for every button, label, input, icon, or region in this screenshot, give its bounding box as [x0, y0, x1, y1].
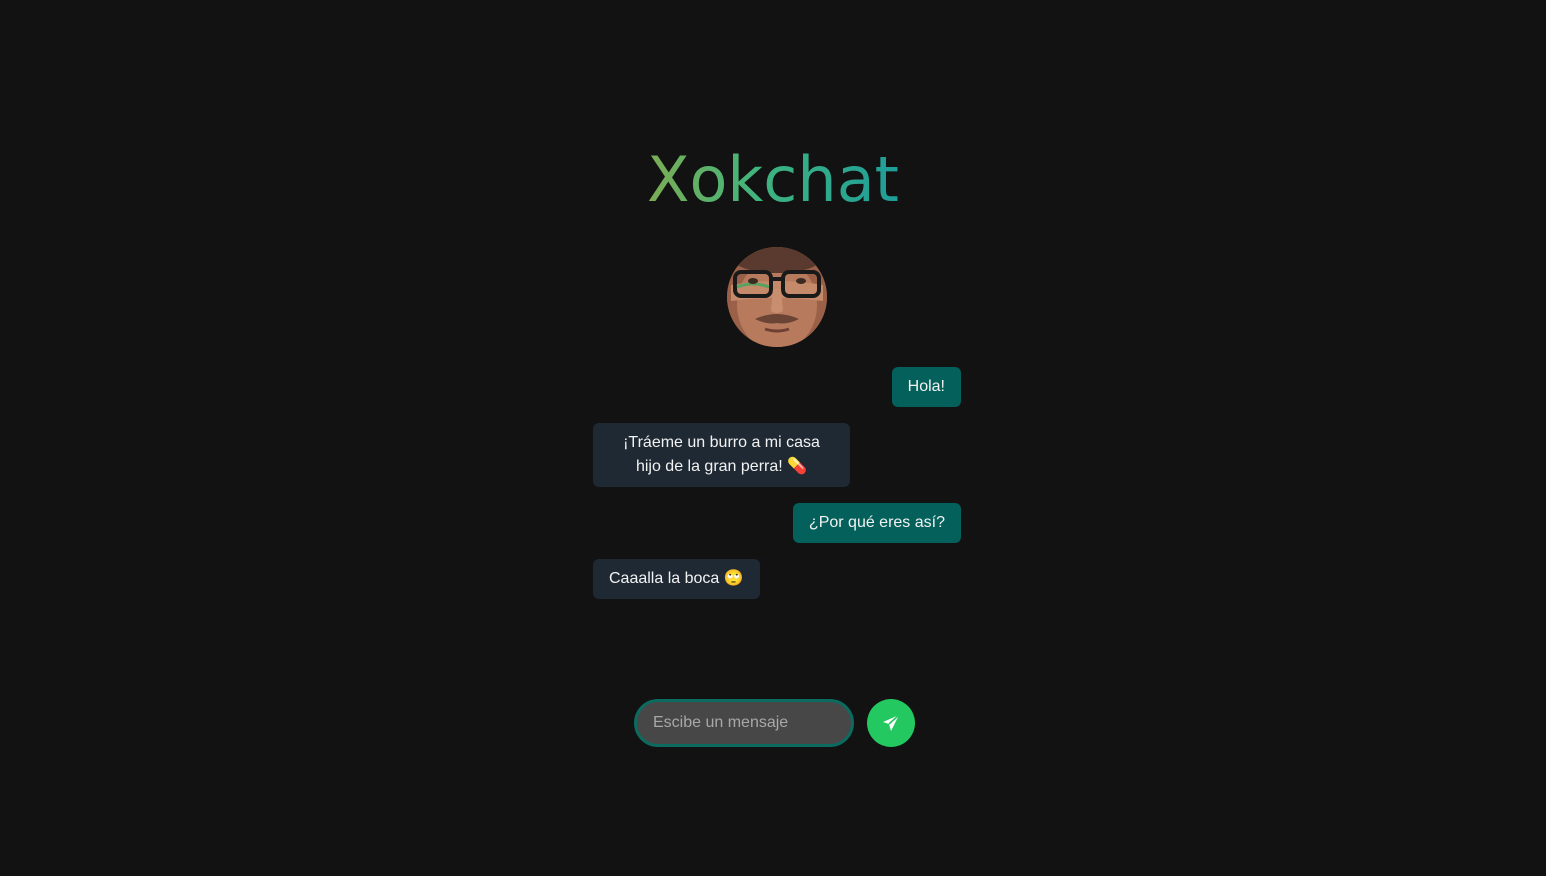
message-input[interactable]	[634, 699, 854, 747]
message-list: Hola! ¡Tráeme un burro a mi casa hijo de…	[593, 367, 961, 615]
message-composer	[634, 699, 916, 747]
chat-app: Xokchat Hola! ¡Tráeme un burro a mi casa…	[0, 0, 1546, 876]
send-button[interactable]	[867, 699, 915, 747]
message-row: ¿Por qué eres así?	[593, 503, 961, 543]
message-row: ¡Tráeme un burro a mi casa hijo de la gr…	[593, 423, 961, 487]
app-title: Xokchat	[647, 142, 899, 216]
incoming-message: Caaalla la boca 🙄	[593, 559, 760, 599]
avatar	[727, 247, 827, 347]
outgoing-message: Hola!	[891, 367, 961, 407]
message-row: Caaalla la boca 🙄	[593, 559, 961, 599]
outgoing-message: ¿Por qué eres así?	[792, 503, 961, 543]
message-row: Hola!	[593, 367, 961, 407]
user-photo-icon	[727, 247, 827, 347]
incoming-message: ¡Tráeme un burro a mi casa hijo de la gr…	[593, 423, 850, 487]
paper-plane-icon	[883, 714, 900, 731]
